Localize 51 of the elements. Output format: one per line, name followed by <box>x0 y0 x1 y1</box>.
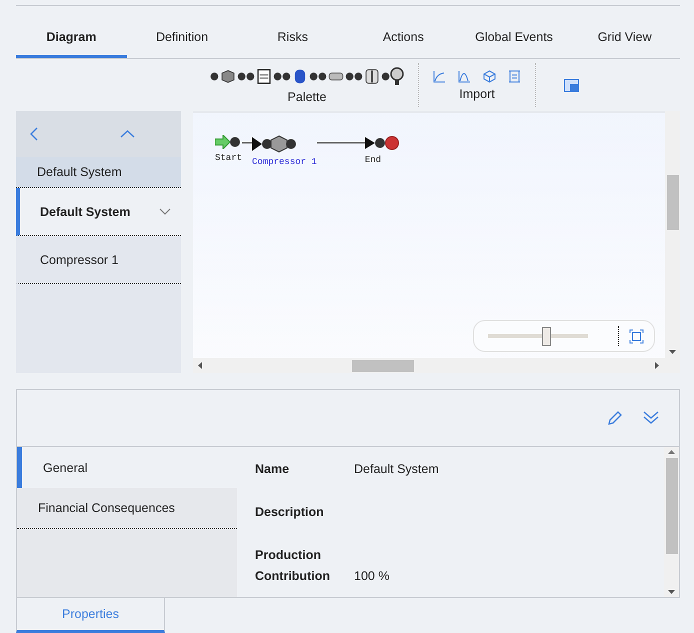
tab[interactable]: Risks <box>237 18 348 58</box>
scroll-right-icon[interactable] <box>655 362 659 369</box>
connector-line <box>242 142 252 144</box>
scroll-thumb[interactable] <box>352 360 414 372</box>
slider-thumb[interactable] <box>542 326 551 346</box>
tree-item[interactable]: Compressor 1 <box>40 252 118 266</box>
tree-item[interactable]: Default System <box>40 204 130 218</box>
scroll-down-icon[interactable] <box>669 350 676 354</box>
distribution-icon[interactable] <box>458 70 471 82</box>
connector-line <box>316 142 365 144</box>
section-tab[interactable]: Financial Consequences <box>17 488 237 529</box>
curve-icon[interactable] <box>433 70 446 82</box>
chevron-up-icon[interactable] <box>120 130 135 138</box>
scroll-down-icon[interactable] <box>668 590 675 594</box>
field-label: Name <box>255 461 290 478</box>
import-label: Import <box>459 86 495 100</box>
tab[interactable]: Definition <box>126 18 238 58</box>
scroll-up-icon[interactable] <box>668 450 675 454</box>
cube-node-icon[interactable] <box>210 68 246 84</box>
double-chevron-icon[interactable] <box>643 411 659 425</box>
chevron-down-icon[interactable] <box>159 208 171 215</box>
gauge-node-icon[interactable] <box>390 66 404 86</box>
frame-icon[interactable] <box>508 70 521 82</box>
tab[interactable]: Actions <box>348 18 459 58</box>
vertical-scrollbar[interactable] <box>664 447 679 597</box>
section-tab[interactable]: General <box>17 447 237 488</box>
fit-screen-icon[interactable] <box>629 328 644 344</box>
field-label: Production Contribution <box>255 547 331 585</box>
cylinder-node-icon[interactable] <box>282 68 318 84</box>
cube-icon[interactable] <box>483 70 496 82</box>
field-value: 100 % <box>354 568 390 585</box>
field-label: Description <box>255 504 325 521</box>
window-icon[interactable] <box>564 78 579 92</box>
node-label: Start <box>215 153 242 163</box>
edit-icon[interactable] <box>607 410 623 426</box>
tab[interactable]: Grid View <box>569 18 680 58</box>
node-label: Compressor 1 <box>252 157 317 167</box>
tab[interactable]: Properties <box>16 598 165 633</box>
tab[interactable]: Diagram <box>16 18 127 58</box>
back-icon[interactable] <box>30 127 38 141</box>
node-label: End <box>364 155 382 165</box>
tab[interactable]: Global Events <box>458 18 570 58</box>
scroll-thumb[interactable] <box>666 175 678 230</box>
start-node-icon <box>215 135 241 149</box>
field-value: Default System <box>354 461 439 478</box>
valve-node-icon[interactable] <box>354 68 390 84</box>
document-node-icon[interactable] <box>246 68 282 84</box>
scroll-left-icon[interactable] <box>198 362 202 369</box>
palette-label: Palette <box>288 90 326 104</box>
end-node-icon <box>364 135 401 151</box>
scroll-thumb[interactable] <box>666 458 678 554</box>
